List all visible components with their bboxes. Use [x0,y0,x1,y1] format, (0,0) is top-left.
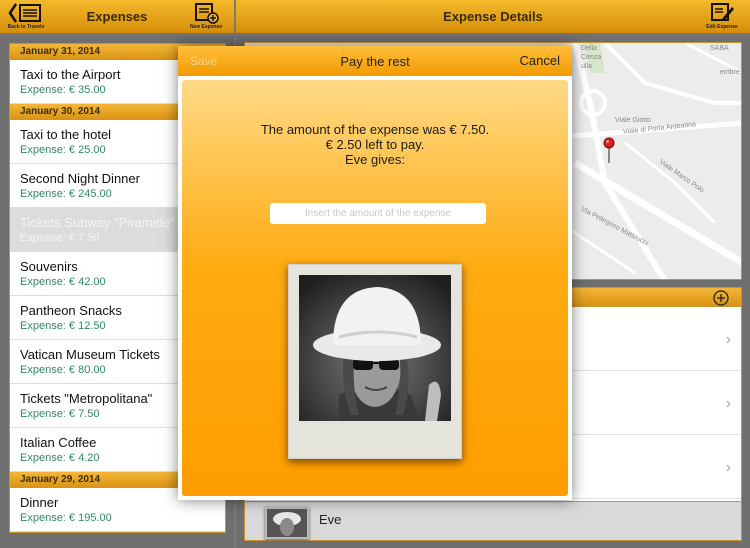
pay-the-rest-dialog: Save Pay the rest Cancel The amount of t… [178,46,572,500]
expense-details-title: Expense Details [443,9,543,24]
remaining-text: € 2.50 left to pay. [325,137,425,152]
details-toolbar: Expense Details Edit Expense [236,0,750,34]
expense-total-text: The amount of the expense was € 7.50. [260,122,490,137]
payer-text: Eve gives: [345,152,405,167]
map-label: Della [581,45,597,52]
map-label: ulla [581,63,592,70]
new-expense-icon [195,3,219,24]
dialog-body: The amount of the expense was € 7.50. € … [182,80,568,496]
map-label: embre [720,69,740,76]
back-caption: Back to Travels [7,24,45,30]
avatar [265,507,309,539]
expense-amount: Expense: € 195.00 [20,512,112,524]
edit-expense-caption: Edit Expense [706,24,738,30]
portrait-photo-icon [299,275,451,421]
chevron-right-icon: › [725,459,731,476]
chevron-right-icon: › [725,395,731,412]
participant-photo [299,275,451,421]
payment-message: The amount of the expense was € 7.50. € … [182,122,568,167]
edit-expense-icon [711,3,734,21]
expenses-toolbar: Back to Travels Expenses New Expense [0,0,234,34]
chevron-right-icon: › [725,331,731,348]
avatar-photo-icon [267,509,307,537]
map-label: Viale Giotto [615,117,652,124]
dialog-title: Pay the rest [340,54,410,69]
new-expense-button[interactable]: New Expense [184,2,228,32]
amount-input[interactable] [270,203,486,224]
cancel-button[interactable]: Cancel [520,53,560,68]
map-pin-icon[interactable] [603,137,615,163]
edit-expense-button[interactable]: Edit Expense [700,2,744,32]
participant-row-eve[interactable]: Eve [244,501,742,541]
add-participant-icon[interactable] [713,290,729,306]
new-expense-caption: New Expense [189,24,223,30]
participant-photo-frame[interactable] [288,264,462,459]
dialog-toolbar: Save Pay the rest Cancel [178,46,572,76]
participant-name: Eve [319,512,342,527]
map-label: SABA [710,45,729,52]
map-label: Cenza [581,54,602,61]
